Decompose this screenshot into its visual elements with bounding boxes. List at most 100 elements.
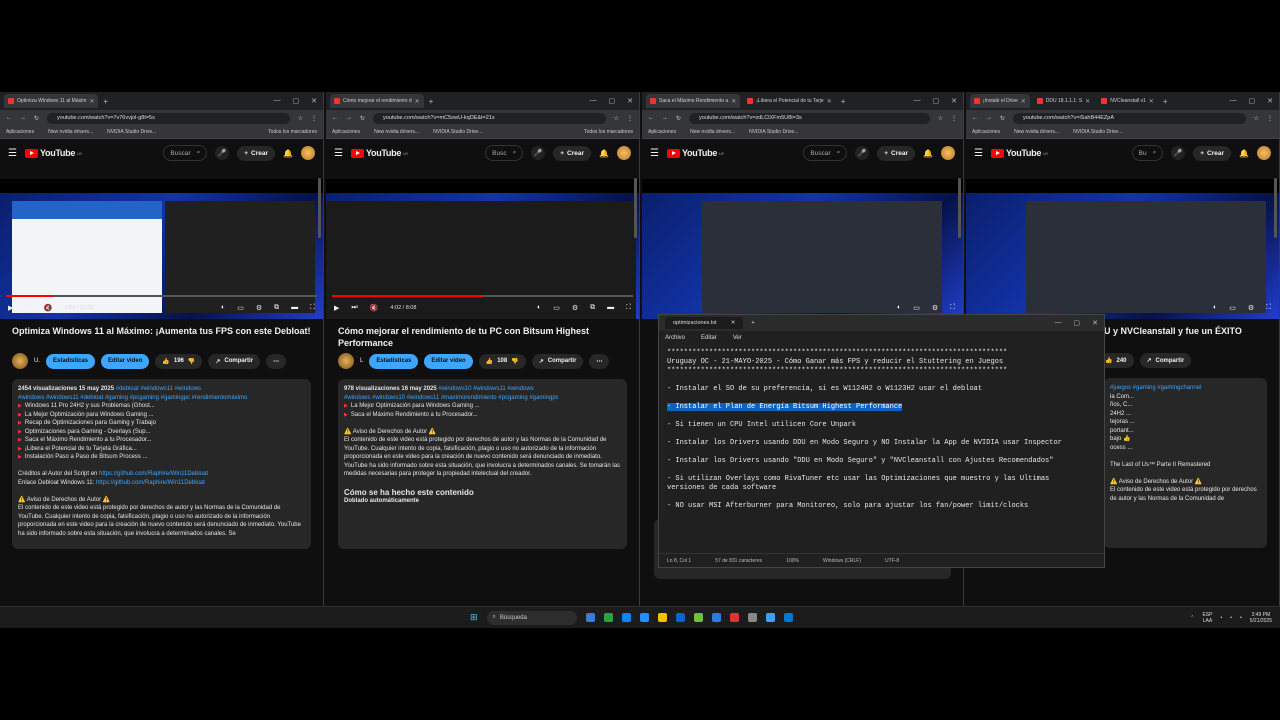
bookmark-item[interactable]: NVIDIA Studio Drive... — [749, 129, 798, 135]
scrollbar[interactable] — [634, 178, 637, 238]
chapter-link[interactable]: Instalación Paso a Paso de Bitsum Proces… — [18, 453, 305, 462]
wifi-icon[interactable]: • — [1220, 615, 1222, 621]
stats-button[interactable]: Estadísticas — [369, 353, 419, 369]
minimize-icon[interactable]: — — [274, 97, 281, 105]
play-icon[interactable]: ▶ — [334, 304, 339, 312]
mic-icon[interactable]: 🎤 — [215, 146, 230, 160]
mic-icon[interactable]: 🎤 — [1171, 146, 1186, 160]
new-tab-icon[interactable]: + — [839, 97, 848, 106]
scrollbar[interactable] — [318, 178, 321, 238]
autoplay-icon[interactable]: ◐ — [1213, 304, 1217, 312]
chapter-link[interactable]: Windows 11 Pro 24H2 y sus Problemas (Gho… — [18, 402, 305, 411]
close-icon[interactable]: ✕ — [1092, 319, 1098, 327]
bell-icon[interactable]: 🔔 — [923, 149, 933, 158]
menu-icon[interactable]: ⋮ — [1267, 115, 1273, 122]
bookmark-star-icon[interactable]: ☆ — [298, 115, 303, 122]
close-tab-icon[interactable]: ✕ — [1085, 98, 1090, 105]
settings-icon[interactable]: ⚙ — [1248, 304, 1254, 312]
notepad-text-area[interactable]: ****************************************… — [659, 345, 1104, 553]
all-bookmarks[interactable]: Todos los marcadores — [268, 129, 323, 135]
minimize-icon[interactable]: — — [1055, 319, 1062, 327]
thumbs-down-icon[interactable]: 👎 — [511, 358, 518, 365]
reload-icon[interactable]: ↻ — [360, 115, 365, 122]
chapter-link[interactable]: La Mejor Optimización para Windows Gamin… — [18, 411, 305, 420]
browser-tab[interactable]: DDU 18.1.1.1: S ✕ — [1033, 94, 1094, 108]
stats-button[interactable]: Estadísticas — [46, 353, 96, 369]
create-button[interactable]: + Crear — [553, 145, 592, 161]
scrollbar[interactable] — [1274, 178, 1277, 238]
video-player[interactable]: ▶ ⏭ 🔇 1:54 / 12:22 ◐ ▭ ⚙ ⧉ ▬ ⛶ — [0, 179, 323, 319]
reload-icon[interactable]: ↻ — [1000, 115, 1005, 122]
taskbar-app-icon[interactable] — [639, 613, 649, 622]
minimize-icon[interactable]: — — [914, 97, 921, 105]
bookmark-item[interactable]: New nvidia drivers... — [48, 129, 93, 135]
create-button[interactable]: + Crear — [877, 145, 916, 161]
clock[interactable]: 2:49 PM 5/21/2025 — [1250, 612, 1272, 624]
chapter-fragment[interactable]: ños, C... — [1110, 401, 1261, 410]
new-tab-icon[interactable]: + — [1161, 97, 1170, 106]
video-player[interactable]: ◐ ▭ ⚙ ⛶ — [642, 179, 963, 319]
fullscreen-icon[interactable]: ⛶ — [626, 304, 631, 312]
taskbar-app-icon[interactable] — [747, 613, 757, 622]
taskbar-app-icon[interactable] — [693, 613, 703, 622]
search-icon[interactable]: ⌕ — [513, 149, 517, 157]
bookmark-star-icon[interactable]: ☆ — [1254, 115, 1259, 122]
thumbs-down-icon[interactable]: 👎 — [188, 358, 195, 365]
close-tab-icon[interactable]: ✕ — [1149, 98, 1154, 105]
close-icon[interactable]: ✕ — [311, 97, 317, 105]
avatar[interactable] — [301, 146, 315, 160]
forward-icon[interactable]: → — [986, 115, 992, 121]
bookmark-item[interactable]: Aplicaciones — [332, 129, 360, 135]
mic-icon[interactable]: 🎤 — [855, 146, 870, 160]
menu-editar[interactable]: Editar — [701, 335, 717, 341]
search-icon[interactable]: ⌕ — [837, 149, 841, 157]
browser-tab[interactable]: Saca el Máximo Rendimiento a ✕ — [646, 94, 741, 108]
volume-icon[interactable]: • — [1230, 615, 1232, 621]
taskbar-app-icon[interactable] — [675, 613, 685, 622]
channel-avatar[interactable] — [338, 353, 354, 369]
fullscreen-icon[interactable]: ⛶ — [310, 304, 315, 312]
chapter-fragment[interactable]: 24H2 ... — [1110, 410, 1261, 419]
fullscreen-icon[interactable]: ⛶ — [1266, 304, 1271, 312]
taskbar-app-icon[interactable] — [783, 613, 793, 622]
scrollbar[interactable] — [958, 178, 961, 238]
stats-tags[interactable]: #windows10 #windows11 #windows — [438, 386, 533, 392]
minimize-icon[interactable]: — — [1230, 97, 1237, 105]
maximize-icon[interactable]: ▢ — [1074, 319, 1081, 327]
hamburger-icon[interactable]: ☰ — [334, 148, 343, 159]
search-icon[interactable]: ⌕ — [1153, 149, 1157, 157]
url-field[interactable]: youtube.com/watch?v=zdLClXFm5U8t=3s — [689, 112, 930, 124]
search-input[interactable]: Buscar ⌕ — [803, 145, 848, 161]
hamburger-icon[interactable]: ☰ — [650, 148, 659, 159]
subtitles-icon[interactable]: ▭ — [553, 304, 560, 312]
url-field[interactable]: youtube.com/watch?v=7v76vvjol-g8t=5s — [47, 112, 290, 124]
miniplayer-icon[interactable]: ⧉ — [274, 304, 279, 312]
bookmark-item[interactable]: Aplicaciones — [6, 129, 34, 135]
stats-tags[interactable]: #debloat #windows11 #windows — [116, 386, 201, 392]
youtube-logo[interactable]: YouTube UY — [24, 148, 82, 158]
back-icon[interactable]: ← — [648, 115, 654, 121]
chapter-fragment[interactable]: bajo 👍 — [1110, 435, 1261, 444]
minimize-icon[interactable]: — — [590, 97, 597, 105]
taskbar-app-icon[interactable] — [621, 613, 631, 622]
channel-avatar[interactable] — [12, 353, 28, 369]
close-icon[interactable]: ✕ — [951, 97, 957, 105]
share-button[interactable]: ↗ Compartir — [1139, 353, 1192, 368]
maximize-icon[interactable]: ▢ — [293, 97, 300, 105]
taskbar-app-icon[interactable] — [711, 613, 721, 622]
play-icon[interactable]: ▶ — [8, 304, 13, 312]
theater-icon[interactable]: ▬ — [291, 304, 298, 312]
taskbar-app-icon[interactable] — [765, 613, 775, 622]
avatar[interactable] — [1257, 146, 1271, 160]
close-tab-icon[interactable]: ✕ — [731, 98, 736, 105]
windows-start-icon[interactable]: ⊞ — [470, 612, 478, 623]
chapter-fragment[interactable]: tejoras ... — [1110, 418, 1261, 427]
url-field[interactable]: youtube.com/watch?v=mC5owU-kqDE&t=21s — [373, 112, 606, 124]
chapter-link[interactable]: Optimizaciones para Gaming - Overlays (S… — [18, 428, 305, 437]
close-tab-icon[interactable]: ✕ — [731, 320, 736, 326]
create-button[interactable]: + Crear — [237, 145, 276, 161]
mute-icon[interactable]: 🔇 — [44, 304, 53, 312]
share-button[interactable]: ↗ Compartir — [531, 353, 584, 369]
channel-name[interactable]: U. — [34, 358, 40, 364]
edit-video-button[interactable]: Editar video — [101, 353, 150, 369]
